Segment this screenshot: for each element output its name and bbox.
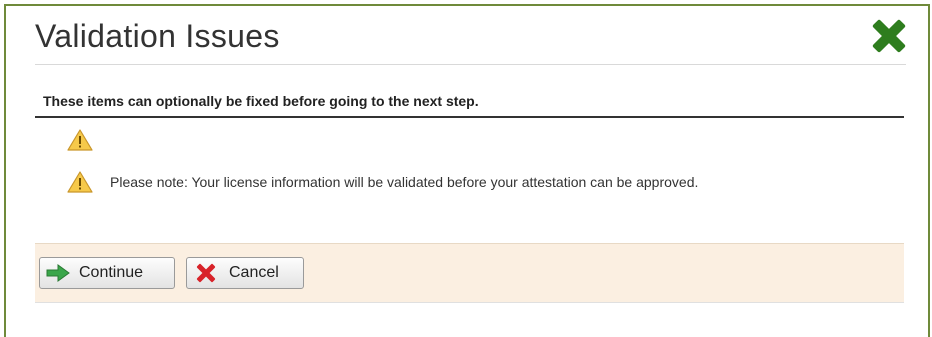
cancel-label: Cancel [229,264,279,281]
dialog-footer: Continue Cancel [35,243,904,303]
title-divider [35,64,906,65]
arrow-right-icon [46,264,70,282]
continue-label: Continue [79,264,144,281]
cancel-button[interactable]: Cancel [186,257,304,289]
dialog-title: Validation Issues [35,18,280,54]
continue-button[interactable]: Continue [39,257,175,289]
instructions-divider [35,116,904,118]
warning-text: Please note: Your license information wi… [110,174,699,190]
warning-triangle-icon [67,171,93,193]
close-x-icon [872,19,906,53]
warning-item [67,128,110,152]
instructions-text: These items can optionally be fixed befo… [43,93,479,109]
close-button[interactable] [870,18,908,54]
warning-triangle-icon [67,129,93,151]
cancel-x-icon [196,263,216,283]
warning-item: Please note: Your license information wi… [67,170,698,194]
